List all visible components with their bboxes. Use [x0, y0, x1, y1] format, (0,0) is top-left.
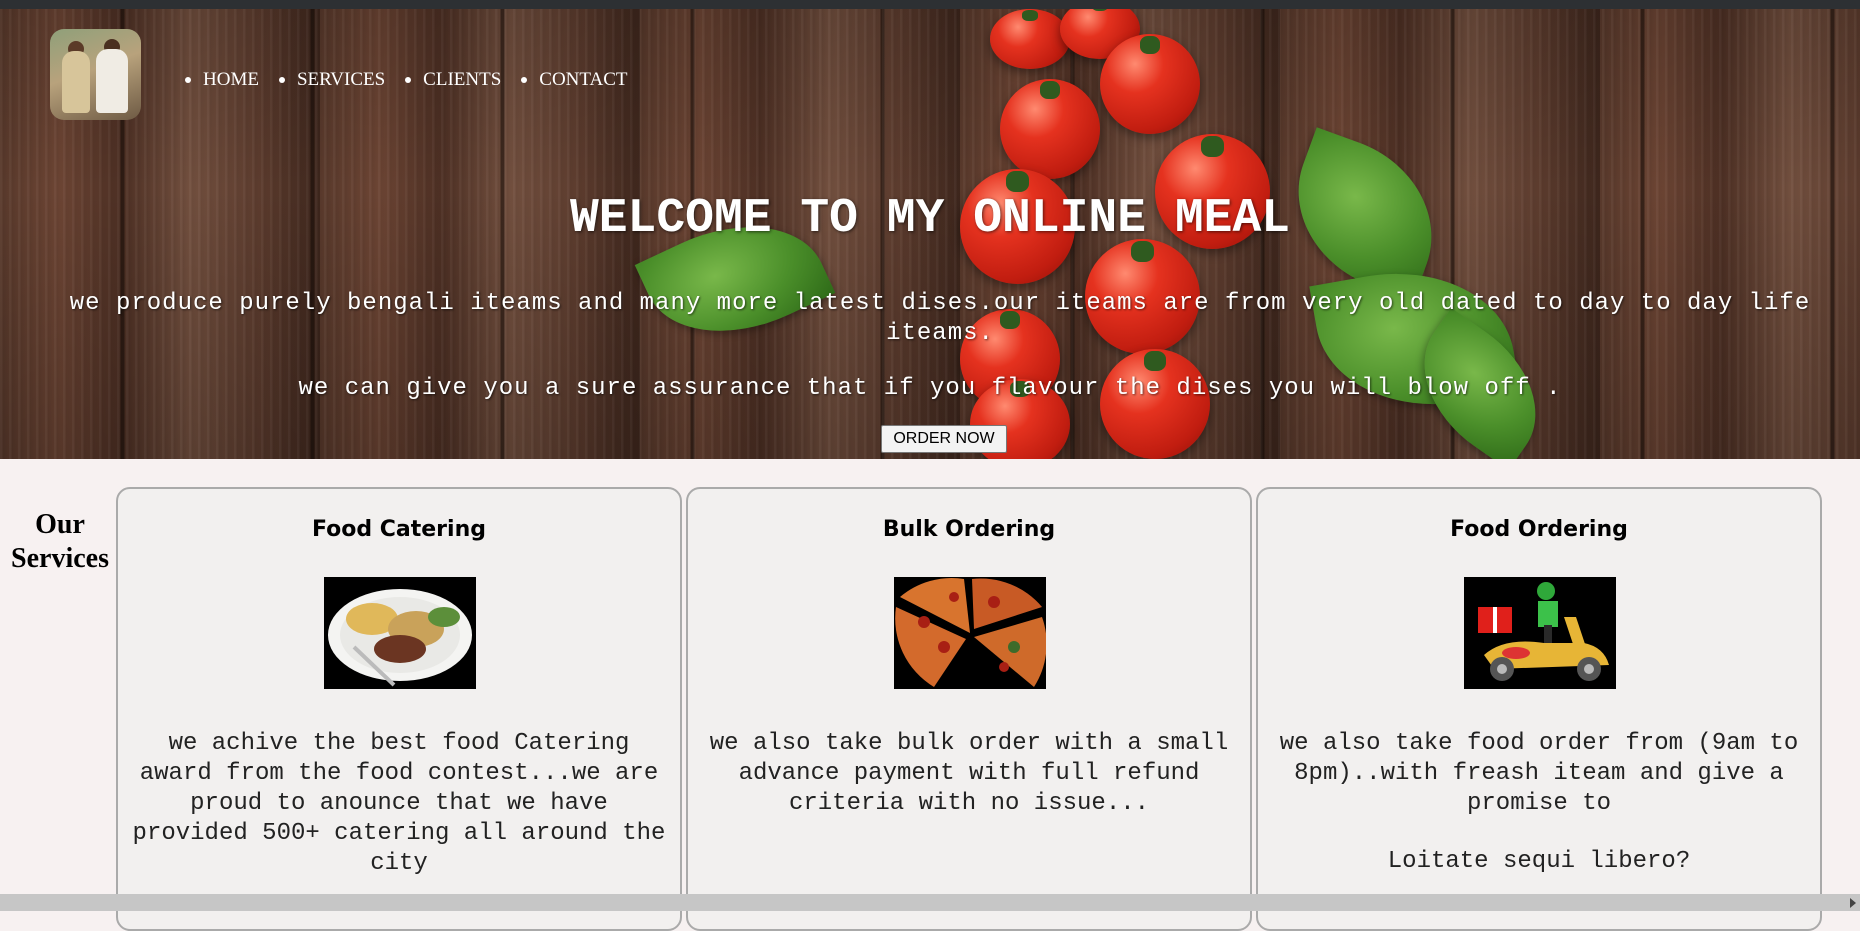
delivery-scooter-image — [1464, 577, 1616, 689]
horizontal-scrollbar[interactable] — [0, 894, 1860, 911]
card-description-extra: Loitate sequi libero? — [1387, 848, 1691, 875]
logo-figure — [62, 51, 90, 113]
services-heading: Our Services — [11, 509, 109, 574]
tomato-decoration — [1100, 34, 1200, 134]
card-title: Food Ordering — [1450, 517, 1628, 542]
nav-item-label[interactable]: HOME — [203, 69, 259, 91]
nav-item-services[interactable]: SERVICES — [278, 69, 385, 91]
logo-figure — [96, 49, 128, 113]
nav-item-label[interactable]: SERVICES — [297, 69, 385, 91]
tomato-decoration — [1100, 349, 1210, 459]
bullet-icon — [185, 77, 191, 83]
scroll-right-arrow-icon[interactable] — [1850, 898, 1856, 908]
hero-title: WELCOME TO MY ONLINE MEAL — [569, 192, 1291, 246]
main-nav: HOME SERVICES CLIENTS CONTACT — [185, 69, 647, 91]
plate-food-image — [324, 577, 476, 689]
service-card-food-ordering: Food Ordering we also take food order fr… — [1256, 487, 1822, 931]
browser-top-strip — [0, 0, 1860, 9]
scrollbar-thumb[interactable] — [0, 896, 1840, 909]
nav-item-clients[interactable]: CLIENTS — [405, 69, 501, 91]
card-description: we also take bulk order with a small adv… — [709, 730, 1229, 817]
bullet-icon — [405, 77, 412, 83]
nav-item-label[interactable]: CONTACT — [539, 69, 627, 91]
bullet-icon — [278, 77, 285, 83]
card-title: Bulk Ordering — [882, 517, 1056, 542]
card-description: we achive the best food Catering award f… — [132, 730, 666, 877]
nav-item-home[interactable]: HOME — [185, 69, 259, 91]
nav-item-label[interactable]: CLIENTS — [423, 69, 501, 91]
hero-description: we produce purely bengali iteams and man… — [69, 290, 1811, 347]
service-card-bulk-ordering: Bulk Ordering we also take bulk order wi… — [686, 487, 1252, 931]
hero-banner: HOME SERVICES CLIENTS CONTACT WELCOME TO… — [0, 9, 1860, 459]
bullet-icon — [521, 77, 528, 83]
nav-item-contact[interactable]: CONTACT — [521, 69, 627, 91]
site-logo[interactable] — [50, 29, 141, 120]
hero-assurance-text: we can give you a sure assurance that if… — [298, 375, 1562, 402]
order-now-button[interactable]: ORDER NOW — [881, 425, 1007, 453]
pizza-slices-image — [894, 577, 1046, 689]
tomato-decoration — [1000, 79, 1100, 179]
service-card-food-catering: Food Catering we achive the best food Ca… — [116, 487, 682, 931]
card-title: Food Catering — [311, 517, 486, 542]
tomato-decoration — [990, 9, 1070, 69]
card-description: we also take food order from (9am to 8pm… — [1279, 730, 1799, 817]
